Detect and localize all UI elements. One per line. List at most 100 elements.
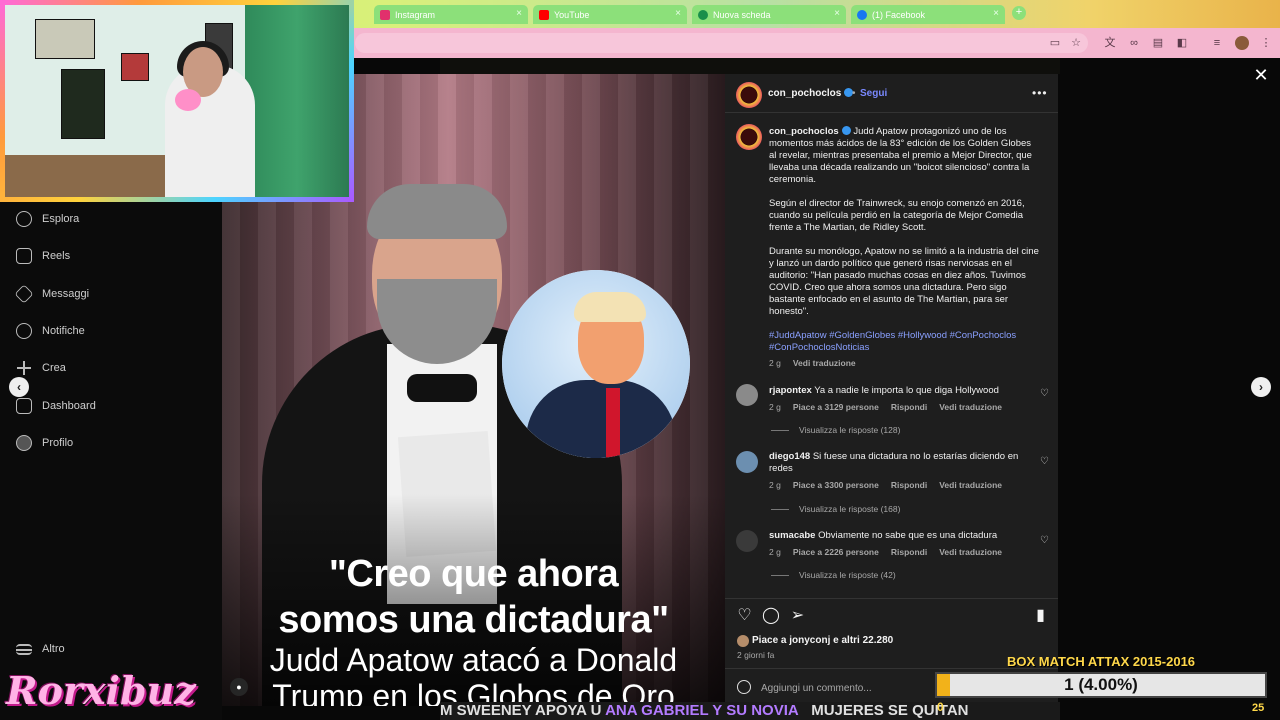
playlist-icon[interactable]: ≡	[1210, 36, 1224, 50]
caption-paragraph-3: Durante su monólogo, Apatow no se limitó…	[769, 246, 1039, 317]
chart-icon	[16, 398, 32, 414]
view-replies-link[interactable]: Visualizza le risposte (128)	[771, 425, 900, 435]
verified-badge-icon	[841, 126, 851, 135]
comment-avatar[interactable]	[736, 530, 758, 552]
link-icon[interactable]: ∞	[1127, 36, 1141, 50]
wall-frame	[35, 19, 95, 59]
caption-hashtags[interactable]: #JuddApatow #GoldenGlobes #Hollywood #Co…	[769, 330, 1041, 354]
comment-like-heart-icon[interactable]: ♡	[1040, 388, 1049, 399]
comment-body: Ya a nadie le importa lo que diga Hollyw…	[814, 385, 999, 396]
profile-avatar-icon[interactable]	[1235, 36, 1249, 50]
caption-paragraph-2: Según el director de Trainwreck, su enoj…	[769, 198, 1025, 233]
comment-body: Obviamente no sabe que es una dictadura	[818, 530, 998, 541]
tab-instagram[interactable]: Instagram ×	[374, 5, 528, 24]
tab-facebook[interactable]: (1) Facebook ×	[851, 5, 1005, 24]
comment-meta: 2 g Piace a 3129 persone Rispondi Vedi trad…	[769, 402, 1014, 412]
sidebar-item-more[interactable]: Altro	[16, 643, 65, 655]
comment-input-placeholder[interactable]: Aggiungi un commento...	[761, 683, 872, 694]
sidebar-item-create[interactable]: Crea	[16, 360, 66, 376]
compass-icon	[16, 211, 32, 227]
new-tab-button[interactable]: +	[1012, 6, 1026, 20]
comment-translate-link[interactable]: Vedi traduzione	[939, 402, 1002, 412]
sidebar-item-messages[interactable]: Messaggi	[14, 284, 90, 304]
box-match-value: 1 (4.00%)	[1064, 675, 1138, 694]
likes-count[interactable]: Piace a jonyconj e altri 22.280	[752, 635, 893, 646]
reader-icon[interactable]: ▤	[1151, 36, 1165, 50]
comment-avatar[interactable]	[736, 451, 758, 473]
wall-shelf	[121, 53, 149, 81]
caption-avatar[interactable]	[736, 124, 762, 150]
plus-icon	[16, 360, 32, 376]
translate-icon[interactable]: 文	[1103, 36, 1117, 50]
address-bar[interactable]	[355, 33, 1088, 53]
tab-new-tab[interactable]: Nuova scheda ×	[692, 5, 846, 24]
tab-youtube[interactable]: YouTube ×	[533, 5, 687, 24]
comment-avatar[interactable]	[736, 384, 758, 406]
box-match-max: 25	[1252, 702, 1265, 714]
caption-time: 2 g	[769, 358, 781, 368]
browser-menu-icon[interactable]: ⋮	[1259, 36, 1273, 50]
comment-text: diego148 Si fuese una dictadura no lo es…	[769, 451, 1031, 475]
emoji-icon[interactable]	[737, 680, 751, 694]
webcam-overlay	[0, 0, 354, 202]
sidebar-item-label: Messaggi	[42, 288, 90, 300]
comment-username[interactable]: rjapontex	[769, 385, 812, 396]
news-ticker: M SWEENEY APOYA U ANA GABRIEL Y SU NOVIA…	[440, 702, 1060, 720]
comment-translate-link[interactable]: Vedi traduzione	[939, 480, 1002, 490]
more-options-icon[interactable]: •••	[1032, 86, 1048, 100]
wall-poster	[61, 69, 105, 139]
post-age: 2 giorni fa	[737, 650, 775, 660]
comment-likes[interactable]: Piace a 3129 persone	[793, 402, 879, 412]
comment-likes[interactable]: Piace a 2226 persone	[793, 547, 879, 557]
green-curtain	[245, 5, 349, 197]
view-replies-link[interactable]: Visualizza le risposte (42)	[771, 570, 896, 580]
author-avatar[interactable]	[736, 82, 762, 108]
box-match-progress-bar: 1 (4.00%)	[935, 672, 1267, 698]
comment-reply-link[interactable]: Rispondi	[891, 547, 927, 557]
tab-close-icon[interactable]: ×	[993, 8, 999, 19]
tab-label: Instagram	[395, 9, 436, 20]
tab-close-icon[interactable]: ×	[675, 8, 681, 19]
sidebar-item-explore[interactable]: Esplora	[16, 211, 79, 227]
sidebar-item-profile[interactable]: Profilo	[16, 435, 73, 451]
comment-bubble-icon[interactable]: ◯	[762, 607, 780, 624]
comment-username[interactable]: sumacabe	[769, 530, 815, 541]
follow-button[interactable]: Segui	[860, 88, 887, 99]
comment-reply-link[interactable]: Rispondi	[891, 402, 927, 412]
caption-username[interactable]: con_pochoclos	[769, 126, 839, 137]
like-heart-icon[interactable]: ♡	[736, 607, 753, 624]
comment-composer[interactable]: Aggiungi un commento...	[737, 680, 872, 694]
comment-meta: 2 g Piace a 3300 persone Rispondi Vedi trad…	[769, 480, 1014, 490]
comment-username[interactable]: diego148	[769, 451, 810, 462]
author-username[interactable]: con_pochoclos	[768, 88, 854, 99]
comment-like-heart-icon[interactable]: ♡	[1040, 535, 1049, 546]
comment-text: rjapontex Ya a nadie le importa lo que d…	[769, 385, 1031, 397]
comment-like-heart-icon[interactable]: ♡	[1040, 456, 1049, 467]
next-post-chevron-icon[interactable]: ›	[1251, 377, 1271, 397]
install-app-icon[interactable]: ▭	[1048, 36, 1062, 50]
tab-close-icon[interactable]: ×	[516, 8, 522, 19]
username-text[interactable]: con_pochoclos	[768, 88, 841, 99]
close-modal-icon[interactable]: ✕	[1252, 66, 1270, 84]
extension-icon[interactable]: ◧	[1175, 36, 1189, 50]
sidebar-item-notifications[interactable]: Notifiche	[16, 323, 85, 339]
bookmark-star-icon[interactable]: ☆	[1069, 36, 1083, 50]
microphone	[175, 89, 201, 111]
previous-post-chevron-icon[interactable]: ‹	[9, 377, 29, 397]
menu-icon	[16, 643, 32, 655]
comment-reply-link[interactable]: Rispondi	[891, 480, 927, 490]
save-bookmark-icon[interactable]: ▮	[1032, 607, 1049, 624]
view-replies-link[interactable]: Visualizza le risposte (168)	[771, 504, 900, 514]
caption-translate-link[interactable]: Vedi traduzione	[793, 358, 856, 368]
tab-close-icon[interactable]: ×	[834, 8, 840, 19]
liker-avatar[interactable]	[737, 635, 749, 647]
bow-tie	[407, 374, 477, 402]
image-subhead-line1: Judd Apatow atacó a Donald	[269, 642, 678, 678]
comment-likes[interactable]: Piace a 3300 persone	[793, 480, 879, 490]
comment-translate-link[interactable]: Vedi traduzione	[939, 547, 1002, 557]
share-send-icon[interactable]: ➢	[789, 607, 806, 624]
tagged-user-icon[interactable]: ●	[230, 678, 248, 696]
header-separator: •	[852, 88, 856, 99]
sidebar-item-dashboard[interactable]: Dashboard	[16, 398, 96, 414]
sidebar-item-reels[interactable]: Reels	[16, 248, 70, 264]
